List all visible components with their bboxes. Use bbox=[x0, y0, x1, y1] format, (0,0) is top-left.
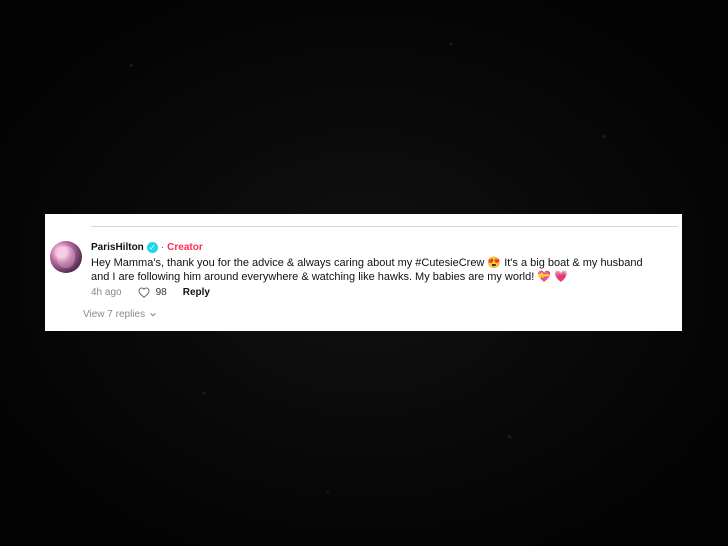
view-replies-button[interactable]: View 7 replies bbox=[83, 309, 157, 320]
view-replies-label: View 7 replies bbox=[83, 309, 146, 320]
divider bbox=[91, 226, 678, 227]
comment-header: ParisHilton ✓ · Creator bbox=[91, 242, 203, 253]
comment-card: ParisHilton ✓ · Creator Hey Mamma's, tha… bbox=[45, 214, 682, 331]
timestamp: 4h ago bbox=[91, 287, 122, 298]
heart-icon[interactable] bbox=[138, 287, 150, 298]
chevron-down-icon bbox=[150, 312, 156, 317]
username[interactable]: ParisHilton bbox=[91, 242, 144, 253]
comment-meta: 4h ago 98 Reply bbox=[91, 287, 210, 298]
separator-dot: · bbox=[160, 242, 165, 253]
reply-button[interactable]: Reply bbox=[183, 287, 210, 298]
like-count: 98 bbox=[155, 287, 167, 298]
creator-badge: Creator bbox=[167, 242, 203, 253]
comment-text: Hey Mamma's, thank you for the advice & … bbox=[91, 257, 643, 283]
avatar[interactable] bbox=[50, 241, 82, 273]
verified-badge-icon: ✓ bbox=[146, 242, 158, 253]
